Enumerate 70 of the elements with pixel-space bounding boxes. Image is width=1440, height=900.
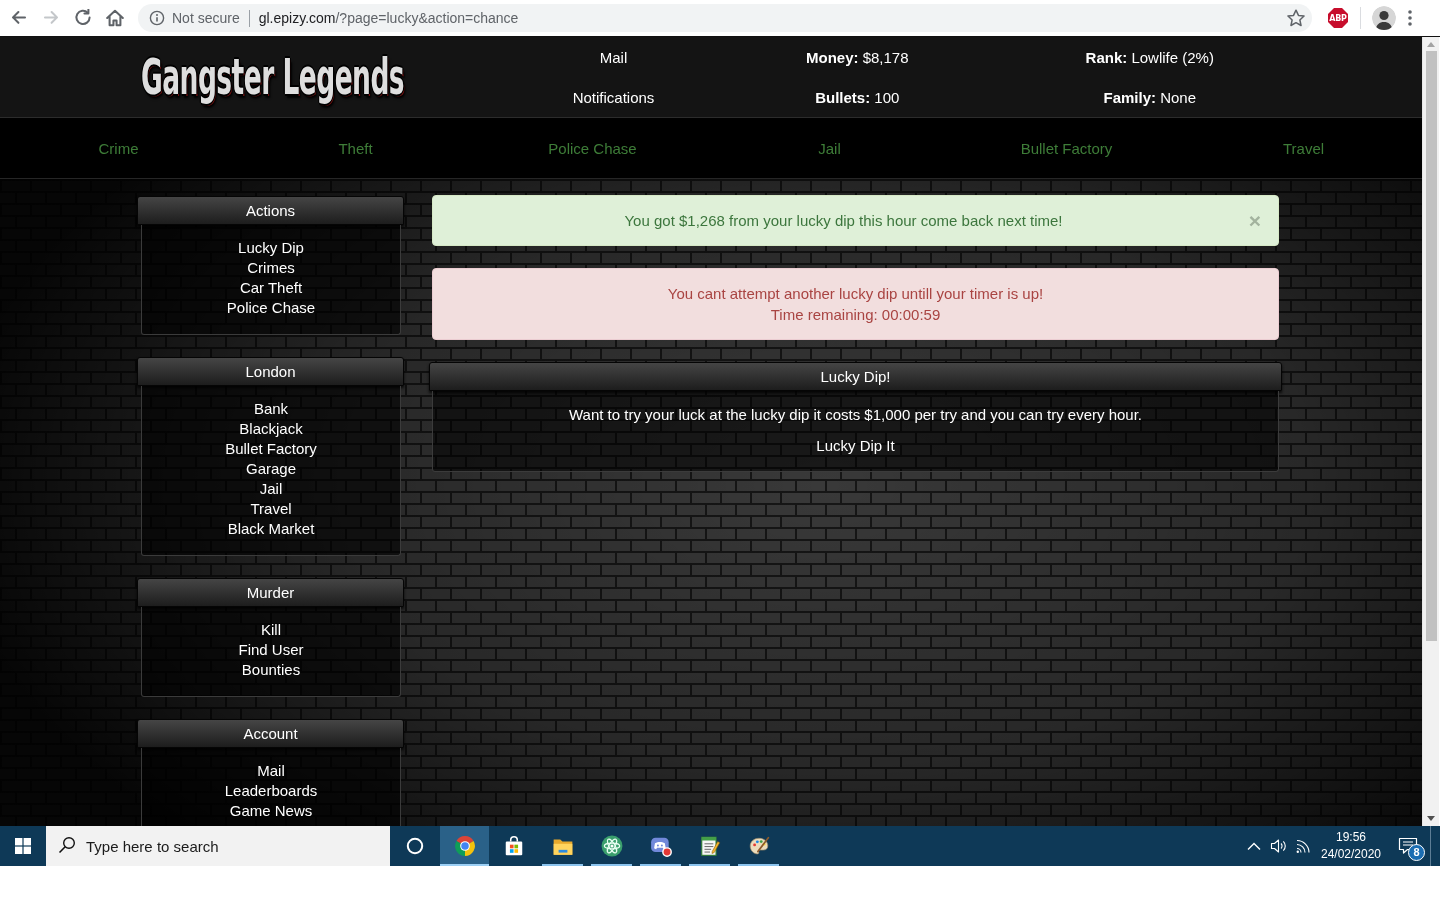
nav-link[interactable]: Jail: [818, 139, 841, 157]
menu-link[interactable]: Kill: [261, 620, 281, 640]
menu-link[interactable]: Crimes: [247, 258, 295, 278]
notepad-icon: [698, 835, 721, 857]
menu-link[interactable]: Car Theft: [239, 278, 303, 298]
paint-palette-icon: [747, 835, 770, 857]
browser-icon: [453, 835, 476, 857]
message-icon[interactable]: [1398, 837, 1418, 855]
security-label: Not secure: [172, 10, 240, 26]
menu-link[interactable]: Lucky Dip: [238, 238, 304, 258]
notification-count: 8: [1408, 844, 1425, 861]
reload-icon[interactable]: [74, 9, 92, 27]
menu-link[interactable]: Blackjack: [239, 419, 303, 439]
menu-link[interactable]: Bounties: [241, 660, 301, 680]
menu-icon[interactable]: [1408, 10, 1412, 26]
header-link[interactable]: Notifications: [572, 88, 655, 106]
wifi-icon[interactable]: [1295, 838, 1311, 854]
menu-link[interactable]: Travel: [250, 499, 292, 519]
player-stat: Bullets: 100: [815, 88, 900, 106]
extension-button[interactable]: ABP: [1328, 8, 1348, 28]
avatar-icon[interactable]: [1372, 6, 1396, 30]
nav-link[interactable]: Police Chase: [548, 139, 637, 157]
game-controller-icon: [649, 835, 672, 857]
menu-link[interactable]: Jail: [259, 479, 283, 499]
search-icon[interactable]: [46, 826, 86, 866]
panel-title-bar: Lucky Dip!: [429, 362, 1282, 391]
menu-link[interactable]: Police Chase: [226, 298, 316, 318]
section-title-bar: Murder: [137, 578, 404, 607]
menu-link[interactable]: Game News: [229, 801, 313, 821]
clock-date[interactable]: 24/02/2020: [1320, 846, 1382, 863]
back-arrow-icon[interactable]: [10, 9, 28, 27]
panel-text: Want to try your luck at the lucky dip it costs $1,000 per try and you can try every hour.: [568, 405, 1142, 425]
scrollbar-thumb[interactable]: [1425, 51, 1437, 641]
menu-link[interactable]: Bank: [253, 399, 289, 419]
alert-message: You got $1,268 from your lucky dip this hour come back next time!: [624, 211, 1063, 231]
url-text: gl.epizy.com/?page=lucky&action=chance: [258, 10, 519, 26]
home-icon[interactable]: [106, 9, 124, 27]
player-stat: Rank: Lowlife (2%): [1085, 48, 1214, 66]
menu-link[interactable]: Black Market: [227, 519, 315, 539]
menu-link[interactable]: Garage: [245, 459, 296, 479]
address-bar[interactable]: Not secure gl.epizy.com/?page=lucky&action=chance: [138, 4, 1312, 32]
player-stat: Family: None: [1103, 88, 1196, 106]
action-link[interactable]: Lucky Dip It: [816, 436, 895, 456]
section-title-bar: London: [137, 357, 404, 386]
nav-link[interactable]: Bullet Factory: [1020, 139, 1113, 157]
atom-icon: [600, 835, 623, 857]
player-stat: Money: $8,178: [805, 48, 909, 66]
nav-link[interactable]: Travel: [1282, 139, 1325, 157]
alert-message: You cant attempt another lucky dip untill your timer is up!: [667, 284, 1044, 304]
site-logo[interactable]: Gangster Legends: [141, 52, 405, 102]
search-field[interactable]: Type here to search: [86, 826, 390, 866]
star-icon[interactable]: [1287, 9, 1305, 27]
speaker-icon[interactable]: [1269, 838, 1287, 854]
menu-link[interactable]: Mail: [257, 761, 285, 781]
menu-link[interactable]: Leaderboards: [224, 781, 318, 801]
scrollbar[interactable]: [1422, 37, 1439, 826]
info-icon[interactable]: [149, 10, 165, 26]
scroll-down-icon[interactable]: [1427, 816, 1435, 821]
nav-link[interactable]: Theft: [338, 139, 373, 157]
circle-icon[interactable]: [406, 837, 424, 855]
clock-time[interactable]: 19:56: [1336, 829, 1366, 846]
alert-message: Time remaining: 00:00:59: [770, 305, 941, 325]
header-link[interactable]: Mail: [599, 48, 628, 66]
section-title-bar: Account: [137, 719, 404, 748]
section-title-bar: Actions: [137, 196, 404, 225]
windows-logo-icon: [15, 838, 31, 854]
nav-link[interactable]: Crime: [98, 139, 139, 157]
menu-link[interactable]: Bullet Factory: [225, 439, 317, 459]
menu-link[interactable]: Find User: [238, 640, 304, 660]
chevron-up-icon[interactable]: [1247, 842, 1261, 850]
